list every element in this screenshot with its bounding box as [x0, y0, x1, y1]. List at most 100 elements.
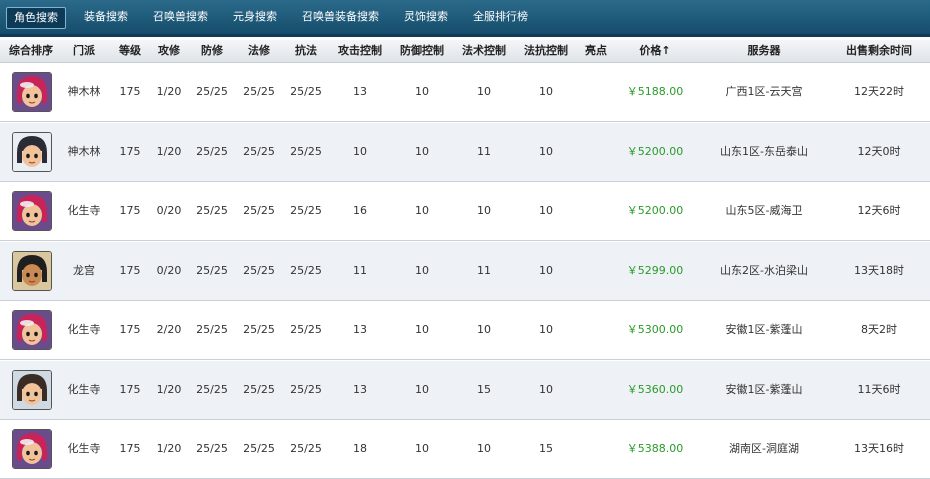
table-row[interactable]: 化生寺 175 2/20 25/25 25/25 25/25 13 10 10 10 ￥5300.0…	[0, 301, 930, 360]
cell-defense-control: 10	[415, 263, 429, 277]
cell-server: 安徽1区-紫蓬山	[725, 323, 803, 336]
cell-resist-cultivation: 25/25	[290, 323, 322, 336]
cell-school: 化生寺	[67, 442, 101, 455]
cell-remaining-time: 13天18时	[854, 263, 904, 277]
cell-school: 神木林	[67, 85, 101, 98]
cell-attack-control: 13	[353, 85, 367, 98]
cell-level: 175	[119, 263, 141, 277]
table-header: 综合排序 门派 等级 攻修 防修 法修 抗法 攻击控制 防御控制 法术控制 法抗…	[0, 40, 930, 63]
cell-school: 神木林	[67, 144, 101, 158]
table-row[interactable]: 神木林 175 1/20 25/25 25/25 25/25 10 10 11 10 ￥5200.0…	[0, 122, 930, 182]
cell-resist-cultivation: 25/25	[290, 204, 322, 217]
cell-remaining-time: 12天6时	[857, 204, 901, 217]
cell-level: 175	[119, 323, 141, 336]
cell-highlight	[582, 242, 610, 300]
cell-server: 山东1区-东岳泰山	[720, 144, 808, 158]
cell-magic-cultivation: 25/25	[243, 204, 275, 217]
table-row[interactable]: 化生寺 175 1/20 25/25 25/25 25/25 13 10 15 10 ￥5360.0…	[0, 360, 930, 420]
cell-attack-cultivation: 2/20	[156, 323, 182, 336]
character-avatar-icon[interactable]	[12, 72, 52, 112]
cell-magic-control: 11	[477, 144, 491, 158]
cell-attack-cultivation: 1/20	[156, 382, 182, 396]
character-avatar-icon[interactable]	[12, 429, 52, 469]
cell-resist-cultivation: 25/25	[290, 382, 322, 396]
character-avatar-icon[interactable]	[12, 191, 52, 231]
tab-yuanshen-search[interactable]: 元身搜索	[226, 7, 284, 27]
cell-defense-cultivation: 25/25	[196, 323, 228, 336]
cell-highlight	[582, 182, 610, 240]
tab-equipment-search[interactable]: 装备搜索	[77, 7, 135, 27]
tab-lingshi-search[interactable]: 灵饰搜索	[397, 7, 455, 27]
cell-attack-control: 11	[353, 263, 367, 277]
cell-attack-control: 13	[353, 323, 367, 336]
tab-server-ranking[interactable]: 全服排行榜	[466, 7, 535, 27]
cell-price: ￥5299.00	[626, 263, 684, 277]
cell-defense-cultivation: 25/25	[196, 442, 228, 455]
cell-resist-control: 10	[539, 323, 553, 336]
cell-price: ￥5200.00	[626, 204, 684, 217]
cell-defense-cultivation: 25/25	[196, 204, 228, 217]
header-school[interactable]: 门派	[62, 40, 106, 62]
cell-resist-cultivation: 25/25	[290, 442, 322, 455]
header-remaining-time[interactable]: 出售剩余时间	[828, 40, 930, 62]
character-avatar-icon[interactable]	[12, 131, 52, 172]
cell-resist-cultivation: 25/25	[290, 144, 322, 158]
cell-magic-control: 15	[477, 382, 491, 396]
cell-attack-control: 16	[353, 204, 367, 217]
cell-magic-control: 10	[477, 323, 491, 336]
cell-server: 湖南区-洞庭湖	[729, 442, 799, 455]
cell-price: ￥5200.00	[626, 144, 684, 158]
header-magic-control[interactable]: 法术控制	[458, 40, 510, 62]
cell-price: ￥5388.00	[626, 442, 684, 455]
header-defense-control[interactable]: 防御控制	[386, 40, 458, 62]
cell-magic-control: 11	[477, 263, 491, 277]
cell-resist-control: 10	[539, 382, 553, 396]
cell-school: 化生寺	[67, 323, 101, 336]
header-price[interactable]: 价格↑	[610, 40, 700, 62]
cell-price: ￥5300.00	[626, 323, 684, 336]
cell-magic-cultivation: 25/25	[243, 382, 275, 396]
cell-magic-cultivation: 25/25	[243, 442, 275, 455]
header-level[interactable]: 等级	[106, 40, 154, 62]
cell-attack-cultivation: 1/20	[156, 85, 182, 98]
character-avatar-icon[interactable]	[12, 250, 52, 291]
table-row[interactable]: 化生寺 175 1/20 25/25 25/25 25/25 18 10 10 15 ￥5388.0…	[0, 420, 930, 479]
cell-highlight	[582, 361, 610, 419]
header-server[interactable]: 服务器	[700, 40, 828, 62]
header-rank[interactable]: 综合排序	[0, 40, 62, 62]
cell-defense-control: 10	[415, 85, 429, 98]
cell-resist-cultivation: 25/25	[290, 85, 322, 98]
cell-defense-cultivation: 25/25	[196, 144, 228, 158]
cell-server: 安徽1区-紫蓬山	[725, 382, 803, 396]
tab-summon-search[interactable]: 召唤兽搜索	[146, 7, 215, 27]
cell-highlight	[582, 63, 610, 121]
cell-attack-cultivation: 0/20	[156, 263, 182, 277]
cell-remaining-time: 8天2时	[861, 323, 897, 336]
header-resist-control[interactable]: 法抗控制	[510, 40, 582, 62]
header-attack-cultivation[interactable]: 攻修	[154, 40, 184, 62]
table-row[interactable]: 化生寺 175 0/20 25/25 25/25 25/25 16 10 10 10 ￥5200.0…	[0, 182, 930, 241]
header-defense-cultivation[interactable]: 防修	[184, 40, 240, 62]
cell-server: 山东2区-水泊梁山	[720, 263, 808, 277]
table-row[interactable]: 龙宫 175 0/20 25/25 25/25 25/25 11 10 11 10 ￥5299.00…	[0, 241, 930, 301]
cell-defense-cultivation: 25/25	[196, 382, 228, 396]
tab-summon-equipment-search[interactable]: 召唤兽装备搜索	[295, 7, 386, 27]
header-resist-cultivation[interactable]: 抗法	[278, 40, 334, 62]
header-magic-cultivation[interactable]: 法修	[240, 40, 278, 62]
cell-highlight	[582, 420, 610, 478]
header-highlight[interactable]: 亮点	[582, 40, 610, 62]
cell-server: 广西1区-云天宫	[725, 85, 803, 98]
character-avatar-icon[interactable]	[12, 369, 52, 410]
cell-level: 175	[119, 204, 141, 217]
header-attack-control[interactable]: 攻击控制	[334, 40, 386, 62]
search-tabs: 角色搜索 装备搜索 召唤兽搜索 元身搜索 召唤兽装备搜索 灵饰搜索 全服排行榜	[6, 7, 546, 29]
table-row[interactable]: 神木林 175 1/20 25/25 25/25 25/25 13 10 10 10 ￥5188.0…	[0, 63, 930, 122]
cell-remaining-time: 11天6时	[857, 382, 901, 396]
cell-resist-control: 10	[539, 144, 553, 158]
cell-defense-cultivation: 25/25	[196, 85, 228, 98]
cell-resist-control: 10	[539, 204, 553, 217]
tab-role-search[interactable]: 角色搜索	[6, 7, 66, 29]
cell-school: 龙宫	[73, 263, 95, 277]
character-avatar-icon[interactable]	[12, 310, 52, 350]
cell-magic-cultivation: 25/25	[243, 263, 275, 277]
